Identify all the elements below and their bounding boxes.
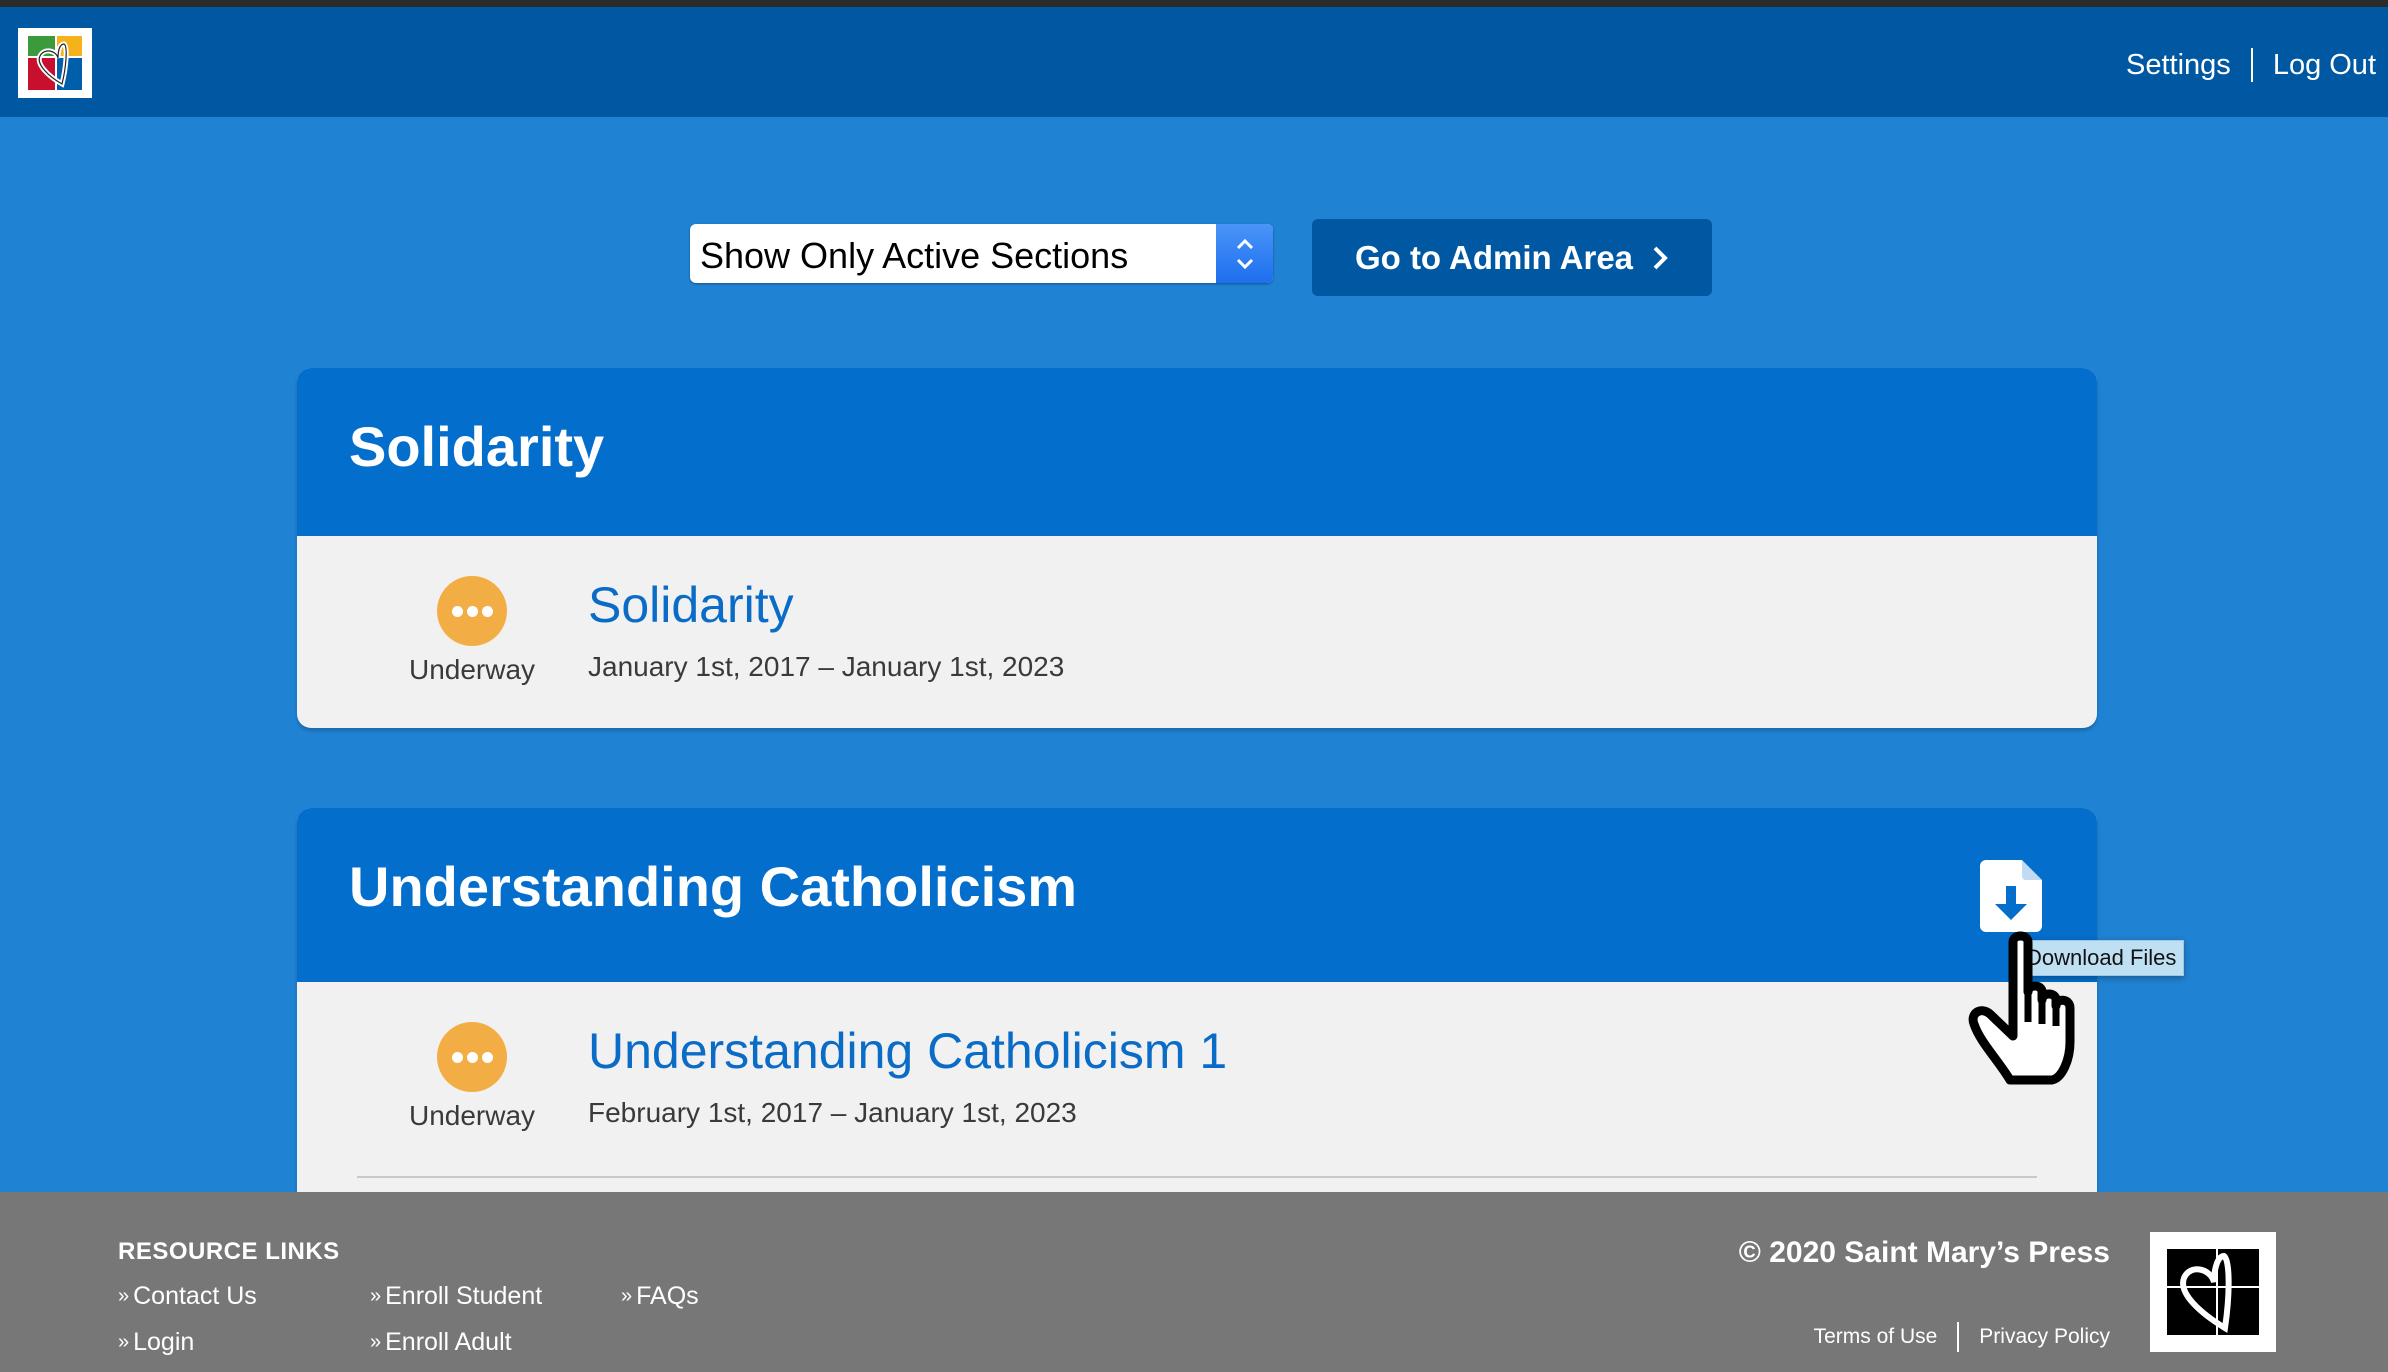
status-badge: Underway <box>382 576 562 686</box>
double-chevron-icon: » <box>370 1331 382 1353</box>
legal-links: Terms of Use Privacy Policy <box>1814 1322 2110 1352</box>
ellipsis-circle-icon <box>437 1022 507 1092</box>
footer-link-label: FAQs <box>636 1282 699 1310</box>
footer-link-label: Login <box>133 1328 195 1356</box>
course-card-understanding-catholicism: Understanding Catholicism Underway Under… <box>297 808 2097 1228</box>
section-row: Underway Solidarity January 1st, 2017 – … <box>297 536 2097 726</box>
section-title-link[interactable]: Solidarity <box>588 576 794 634</box>
heart-logo-icon <box>28 36 82 90</box>
double-chevron-icon: » <box>621 1285 633 1307</box>
status-label: Underway <box>408 1100 536 1131</box>
section-title-link[interactable]: Understanding Catholicism 1 <box>588 1022 1227 1080</box>
site-header: Settings Log Out <box>0 7 2388 117</box>
site-logo[interactable] <box>18 28 92 98</box>
logout-link[interactable]: Log Out <box>2273 49 2376 82</box>
footer-link-enroll-adult[interactable]: » Enroll Adult <box>370 1328 512 1357</box>
section-divider <box>357 1176 2037 1178</box>
status-badge: Underway <box>382 1022 562 1132</box>
course-title: Solidarity <box>349 415 605 478</box>
footer-link-enroll-student[interactable]: » Enroll Student <box>370 1282 542 1311</box>
settings-link[interactable]: Settings <box>2126 49 2231 82</box>
legal-separator <box>1957 1322 1960 1352</box>
download-files-tooltip: Download Files <box>2018 940 2185 976</box>
course-title: Understanding Catholicism <box>349 855 1078 918</box>
footer-link-label: Enroll Student <box>385 1282 543 1310</box>
site-footer: RESOURCE LINKS » Contact Us » Login » Enrol… <box>0 1192 2388 1372</box>
section-dates: February 1st, 2017 – January 1st, 2023 <box>588 1097 1077 1128</box>
heart-logo-bw-icon <box>2167 1249 2259 1335</box>
section-dates: January 1st, 2017 – January 1st, 2023 <box>588 651 1065 682</box>
footer-link-contact-us[interactable]: » Contact Us <box>118 1282 257 1311</box>
section-row: Underway Understanding Catholicism 1 Feb… <box>297 982 2097 1172</box>
footer-link-login[interactable]: » Login <box>118 1328 194 1357</box>
footer-link-label: Enroll Adult <box>385 1328 512 1356</box>
section-filter-select[interactable]: Show Only Active Sections <box>690 224 1273 283</box>
nav-separator <box>2250 48 2253 82</box>
double-chevron-icon: » <box>118 1331 130 1353</box>
chevron-right-icon <box>1653 246 1668 269</box>
privacy-policy-link[interactable]: Privacy Policy <box>1979 1325 2110 1349</box>
course-card-solidarity: Solidarity Underway Solidarity January 1… <box>297 368 2097 728</box>
double-chevron-icon: » <box>118 1285 130 1307</box>
course-card-header: Solidarity <box>297 368 2097 536</box>
footer-link-faqs[interactable]: » FAQs <box>621 1282 699 1311</box>
double-chevron-icon: » <box>370 1285 382 1307</box>
copyright: © 2020 Saint Mary’s Press <box>1738 1236 2110 1269</box>
course-card-header: Understanding Catholicism <box>297 808 2097 982</box>
admin-button-label: Go to Admin Area <box>1354 238 1634 276</box>
footer-logo <box>2150 1232 2276 1352</box>
terms-of-use-link[interactable]: Terms of Use <box>1814 1325 1938 1349</box>
header-nav: Settings Log Out <box>2126 48 2376 82</box>
file-download-icon[interactable] <box>1980 860 2042 932</box>
footer-link-label: Contact Us <box>133 1282 257 1310</box>
window-top-strip <box>0 0 2388 7</box>
ellipsis-circle-icon <box>437 576 507 646</box>
section-filter-value: Show Only Active Sections <box>700 235 1129 276</box>
up-down-chevron-icon <box>1216 224 1273 283</box>
resource-links-title: RESOURCE LINKS <box>118 1238 340 1265</box>
go-to-admin-area-button[interactable]: Go to Admin Area <box>1312 219 1712 296</box>
status-label: Underway <box>408 654 536 685</box>
